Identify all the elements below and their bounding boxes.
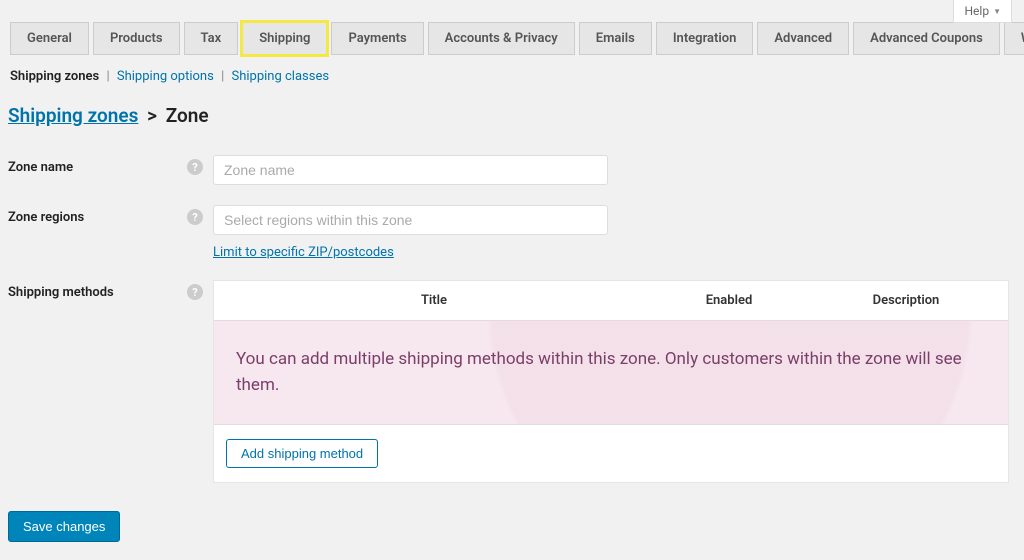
zone-name-label: Zone name (8, 160, 73, 175)
tab-shipping[interactable]: Shipping (242, 22, 327, 55)
subtab-shipping-zones[interactable]: Shipping zones (10, 69, 99, 84)
help-icon[interactable]: ? (187, 159, 203, 175)
subtab-shipping-classes[interactable]: Shipping classes (231, 69, 329, 84)
shipping-methods-table: Title Enabled Description You can add mu… (213, 280, 1009, 483)
row-zone-name: Zone name ? (0, 145, 1024, 195)
shipping-methods-label: Shipping methods (8, 285, 114, 300)
zone-regions-input[interactable] (213, 205, 608, 235)
tab-wholesale-prices[interactable]: Wholesale Prices (1004, 22, 1024, 55)
tab-emails[interactable]: Emails (579, 22, 652, 55)
tab-advanced-coupons[interactable]: Advanced Coupons (853, 22, 1000, 55)
zone-regions-label: Zone regions (8, 210, 84, 225)
row-shipping-methods: Shipping methods ? Title Enabled Descrip… (0, 270, 1024, 493)
col-description: Description (814, 293, 998, 308)
subtab-shipping-options[interactable]: Shipping options (117, 69, 214, 84)
tab-products[interactable]: Products (93, 22, 180, 55)
empty-methods-message: You can add multiple shipping methods wi… (214, 320, 1008, 425)
help-label: Help (964, 4, 989, 18)
tab-general[interactable]: General (10, 22, 89, 55)
chevron-down-icon: ▼ (993, 7, 1001, 16)
tab-tax[interactable]: Tax (184, 22, 239, 55)
save-changes-button[interactable]: Save changes (8, 511, 120, 542)
add-shipping-method-button[interactable]: Add shipping method (226, 439, 378, 468)
tab-payments[interactable]: Payments (331, 22, 423, 55)
row-zone-regions: Zone regions ? Limit to specific ZIP/pos… (0, 195, 1024, 270)
tab-accounts-privacy[interactable]: Accounts & Privacy (428, 22, 575, 55)
help-icon[interactable]: ? (187, 209, 203, 225)
main-tabs: General Products Tax Shipping Payments A… (0, 0, 1024, 55)
breadcrumb: Shipping zones > Zone (0, 90, 1024, 145)
tab-advanced[interactable]: Advanced (757, 22, 849, 55)
help-button[interactable]: Help ▼ (953, 0, 1012, 23)
sub-tabs: Shipping zones | Shipping options | Ship… (0, 55, 1024, 90)
help-icon[interactable]: ? (187, 284, 203, 300)
zip-postcodes-link[interactable]: Limit to specific ZIP/postcodes (213, 245, 394, 260)
col-title: Title (224, 293, 644, 308)
breadcrumb-parent[interactable]: Shipping zones (8, 104, 138, 127)
zone-name-input[interactable] (213, 155, 608, 185)
tab-integration[interactable]: Integration (656, 22, 754, 55)
breadcrumb-current: Zone (166, 104, 209, 127)
col-enabled: Enabled (644, 293, 814, 308)
